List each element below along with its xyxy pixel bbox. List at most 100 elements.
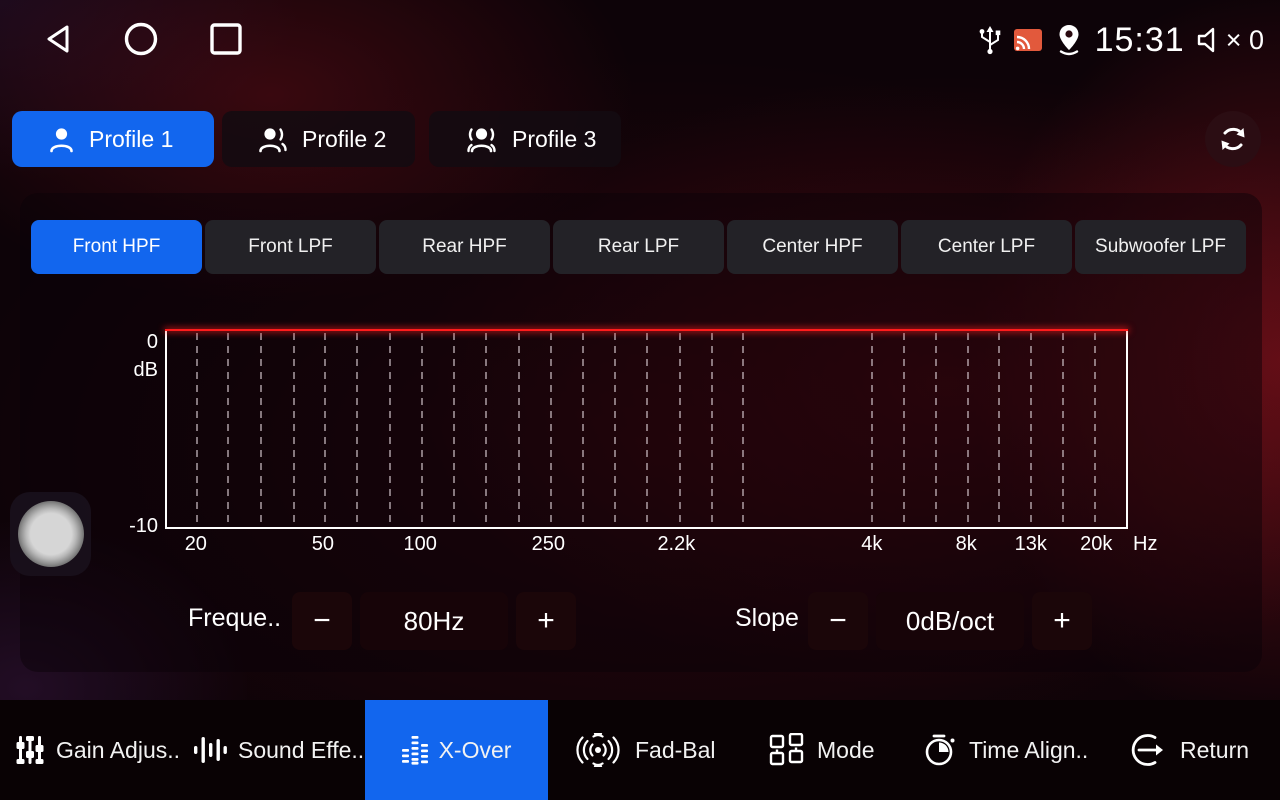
x-tick-label: 4k (861, 533, 882, 556)
gridline (1094, 333, 1096, 525)
gridline (389, 333, 391, 525)
status-bar: 15:31 × 0 (0, 0, 1280, 80)
x-tick-label: 20k (1080, 533, 1112, 556)
bottom-nav: Gain Adjus.. Sound Effe.. (0, 700, 1280, 800)
gridline (679, 333, 681, 525)
tab-subwoofer-lpf[interactable]: Subwoofer LPF (1075, 220, 1246, 274)
profile-3-label: Profile 3 (512, 126, 596, 153)
tab-rear-hpf[interactable]: Rear HPF (379, 220, 550, 274)
slope-value: 0dB/oct (876, 592, 1024, 650)
profile-1-label: Profile 1 (89, 126, 173, 153)
gridline (646, 333, 648, 525)
volume-level: × 0 (1226, 25, 1264, 56)
profile-2-button[interactable]: Profile 2 (222, 111, 415, 167)
gridline (485, 333, 487, 525)
x-tick-label: 100 (404, 533, 437, 556)
gridline (196, 333, 198, 525)
nav-time-align[interactable]: Time Align.. (922, 700, 1088, 800)
volume-muted-icon (1196, 26, 1224, 54)
tab-center-lpf[interactable]: Center LPF (901, 220, 1072, 274)
nav-time-align-label: Time Align.. (969, 737, 1088, 764)
person-2-icon (258, 126, 288, 153)
x-tick-label: 2.2k (657, 533, 695, 556)
profile-1-button[interactable]: Profile 1 (12, 111, 214, 167)
frequency-label: Freque.. (188, 604, 281, 633)
x-tick-label: 13k (1015, 533, 1047, 556)
tab-front-lpf[interactable]: Front LPF (205, 220, 376, 274)
x-tick-label: 50 (312, 533, 334, 556)
x-tick-label: 20 (185, 533, 207, 556)
slope-label: Slope (735, 604, 799, 633)
assistive-touch-button[interactable] (10, 492, 91, 576)
person-icon (48, 126, 75, 153)
gridline (614, 333, 616, 525)
clock: 15:31 (1095, 21, 1185, 60)
nav-mode-label: Mode (817, 737, 875, 764)
home-icon[interactable] (122, 20, 160, 58)
tab-rear-lpf[interactable]: Rear LPF (553, 220, 724, 274)
x-over-icon (402, 735, 428, 765)
nav-return[interactable]: Return (1131, 700, 1249, 800)
y-axis-unit-label: dB (114, 359, 158, 382)
fad-bal-icon (572, 733, 624, 767)
x-tick-label: 8k (956, 533, 977, 556)
gridline (935, 333, 937, 525)
x-tick-label: 250 (532, 533, 565, 556)
y-axis-top-label: 0 (114, 331, 158, 354)
volume-status: × 0 (1196, 25, 1264, 56)
gridline (1062, 333, 1064, 525)
frequency-plus-button[interactable]: + (516, 592, 576, 650)
mode-icon (768, 733, 806, 767)
x-axis-unit-label: Hz (1133, 533, 1157, 556)
person-3-icon (465, 126, 498, 153)
gridline (998, 333, 1000, 525)
gridline (903, 333, 905, 525)
usb-icon (978, 25, 1002, 55)
response-curve (165, 329, 1128, 331)
nav-sound-effects[interactable]: Sound Effe.. (193, 700, 364, 800)
tab-center-hpf[interactable]: Center HPF (727, 220, 898, 274)
time-align-icon (922, 732, 958, 768)
y-axis-bottom-label: -10 (114, 515, 158, 538)
gridline (742, 333, 744, 525)
tab-front-hpf[interactable]: Front HPF (31, 220, 202, 274)
xover-settings-screen: 15:31 × 0 Profile 1 Profile 2 (0, 0, 1280, 800)
nav-return-label: Return (1180, 737, 1249, 764)
assistive-touch-dot-icon (18, 501, 84, 567)
back-icon[interactable] (40, 20, 78, 58)
nav-fad-bal-label: Fad-Bal (635, 737, 716, 764)
gridline (324, 333, 326, 525)
refresh-button[interactable] (1205, 111, 1261, 167)
gridline (518, 333, 520, 525)
profile-2-label: Profile 2 (302, 126, 386, 153)
gridline (453, 333, 455, 525)
refresh-icon (1216, 122, 1250, 156)
return-icon (1131, 732, 1169, 768)
location-icon (1054, 24, 1084, 56)
nav-x-over[interactable]: X-Over (365, 700, 548, 800)
chart-x-ticks: 20 50 100 250 2.2k 4k 8k 13k 20k (165, 533, 1128, 559)
gridline (711, 333, 713, 525)
gridline (550, 333, 552, 525)
gain-adjust-icon (15, 734, 45, 766)
gridline (421, 333, 423, 525)
chart-gridlines (167, 329, 1126, 527)
nav-gain-adjust[interactable]: Gain Adjus.. (15, 700, 180, 800)
gridline (356, 333, 358, 525)
chart-plot (165, 329, 1128, 529)
nav-x-over-label: X-Over (439, 737, 512, 764)
cast-icon (1013, 27, 1043, 53)
frequency-minus-button[interactable]: − (292, 592, 352, 650)
nav-gain-adjust-label: Gain Adjus.. (56, 737, 180, 764)
nav-mode[interactable]: Mode (768, 700, 875, 800)
sound-effects-icon (193, 734, 227, 766)
recents-icon[interactable] (207, 20, 245, 58)
profile-3-button[interactable]: Profile 3 (429, 111, 621, 167)
frequency-value: 80Hz (360, 592, 508, 650)
gridline (260, 333, 262, 525)
filter-tabs: Front HPF Front LPF Rear HPF Rear LPF Ce… (31, 220, 1246, 274)
nav-sound-effects-label: Sound Effe.. (238, 737, 364, 764)
slope-minus-button[interactable]: − (808, 592, 868, 650)
slope-plus-button[interactable]: + (1032, 592, 1092, 650)
nav-fad-bal[interactable]: Fad-Bal (572, 700, 716, 800)
